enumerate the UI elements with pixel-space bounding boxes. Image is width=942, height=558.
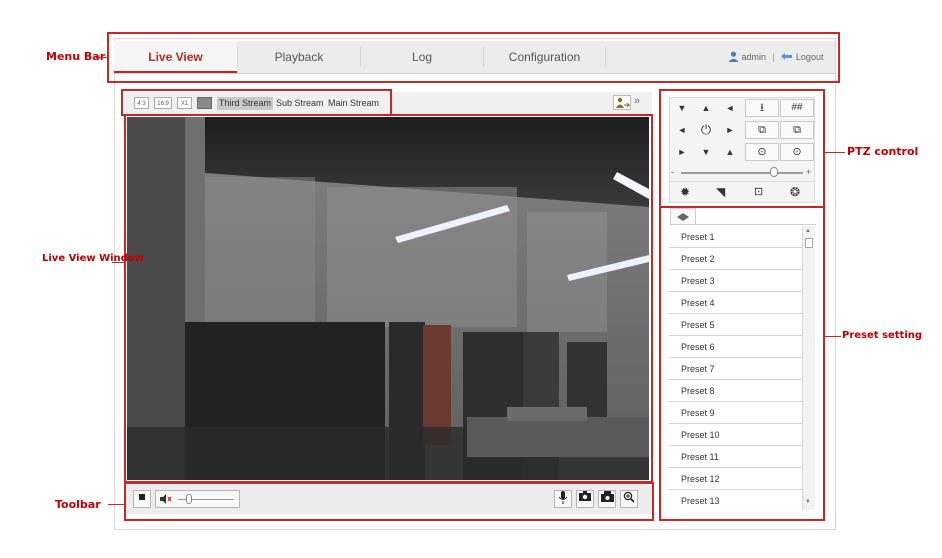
live-view-highlight — [124, 114, 653, 483]
annotation-line — [825, 152, 845, 153]
toolbar-annotation: Toolbar — [55, 498, 101, 511]
person-icon — [616, 97, 631, 108]
plugin-select-button[interactable] — [613, 95, 631, 110]
annotation-line — [96, 57, 107, 58]
ptz-highlight — [659, 89, 825, 208]
annotation-line — [825, 336, 841, 337]
toolbar-highlight — [124, 482, 654, 521]
preset-highlight — [659, 206, 825, 521]
menu-bar-highlight — [107, 32, 840, 83]
annotation-line — [108, 504, 124, 505]
stream-bar-highlight — [121, 89, 392, 116]
annotation-line — [112, 262, 124, 263]
expand-button[interactable]: » — [634, 95, 640, 107]
live-view-annotation: Live View Window — [42, 253, 144, 264]
ptz-annotation: PTZ control — [847, 145, 919, 158]
preset-annotation: Preset setting — [842, 330, 923, 341]
